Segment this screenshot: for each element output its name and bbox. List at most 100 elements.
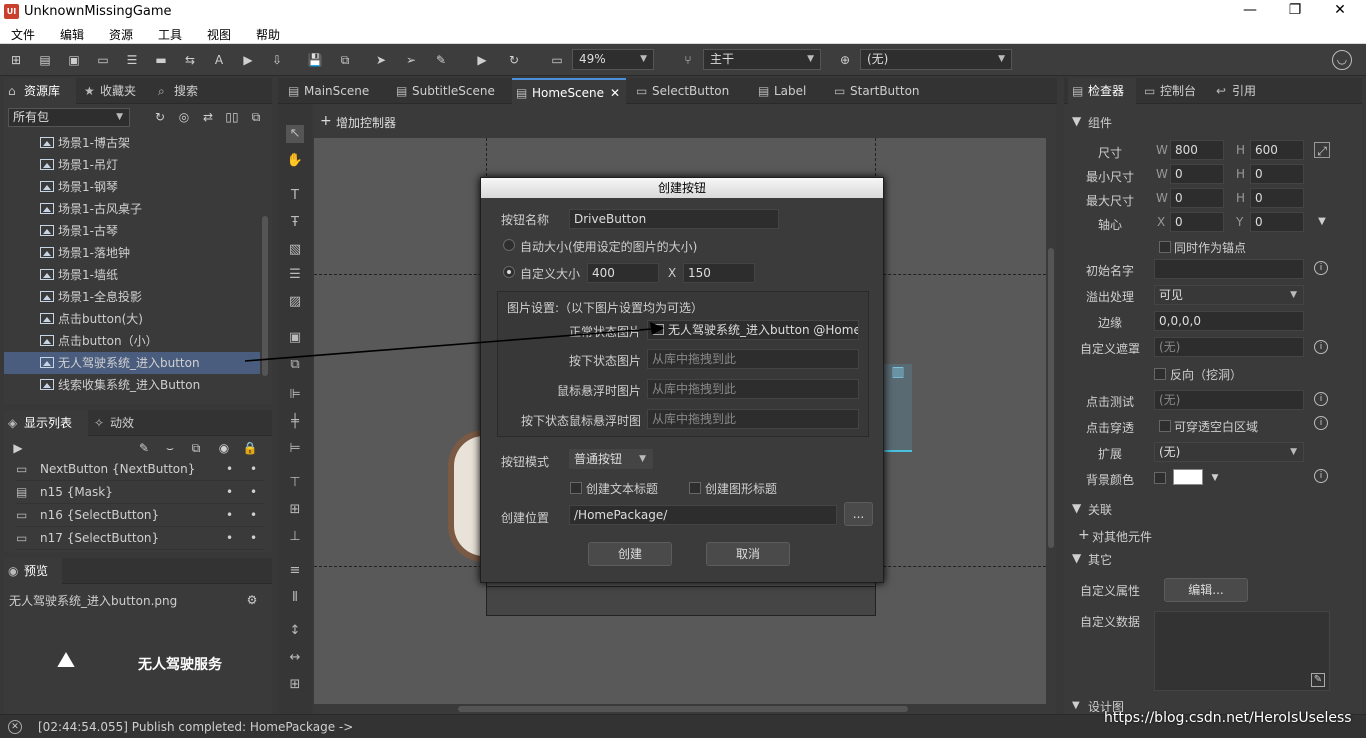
click-through-checkbox[interactable] (1159, 420, 1171, 432)
edit-icon[interactable]: ✎ (1311, 673, 1325, 687)
library-item[interactable]: 场景1-古风桌子 (40, 198, 142, 220)
display-list-row[interactable]: ▤ n15 {Mask} • • (16, 481, 264, 504)
doc-tab-homescene[interactable]: ▤ HomeScene ✕ (512, 78, 626, 104)
tab-console[interactable]: ▭ 控制台 (1140, 78, 1210, 104)
info-icon[interactable]: i (1314, 416, 1328, 430)
down-hover-image-input[interactable]: 从库中拖拽到此 (647, 409, 859, 429)
min-w-input[interactable]: 0 (1170, 164, 1224, 184)
clear-log-icon[interactable]: ✕ (8, 720, 22, 734)
columns-icon[interactable]: ▯▯ (224, 109, 240, 125)
add-controller-button[interactable]: 增加控制器 (336, 114, 396, 131)
tab-search[interactable]: ⌕ 搜索 (154, 78, 214, 104)
section-relation[interactable]: 关联 (1088, 501, 1112, 518)
settings-gear-icon[interactable]: ⚙ (244, 592, 260, 608)
section-component-chevron-icon[interactable]: ▼ (1072, 114, 1081, 128)
edit-icon[interactable]: ✎ (136, 440, 152, 456)
info-icon[interactable]: i (1314, 392, 1328, 406)
group-tool-icon[interactable]: ▣ (286, 329, 304, 347)
zoom-select[interactable]: 49% (572, 49, 654, 70)
library-item[interactable]: 场景1-吊灯 (40, 154, 118, 176)
lock-icon[interactable]: 🔒 (242, 440, 258, 456)
library-item[interactable]: 场景1-古琴 (40, 220, 118, 242)
reverse-checkbox[interactable] (1154, 368, 1166, 380)
library-scrollbar[interactable] (262, 216, 268, 376)
align-bottom-icon[interactable]: ⊥ (286, 528, 304, 546)
library-item[interactable]: 场景1-墙纸 (40, 264, 118, 286)
color-dropdown-icon[interactable]: ▼ (1207, 470, 1223, 486)
user-avatar-icon[interactable]: ◡ (1332, 50, 1352, 70)
display-list-row[interactable]: ▭ NextButton {NextButton} • • (16, 458, 264, 481)
info-icon[interactable]: i (1314, 340, 1328, 354)
same-width-icon[interactable]: ↔ (286, 649, 304, 667)
lock-dot-icon[interactable]: • (250, 504, 257, 527)
lock-dot-icon[interactable]: • (250, 458, 257, 481)
list-tool-icon[interactable]: ☰ (286, 266, 304, 284)
new-movieclip-icon[interactable]: ▶ (240, 52, 256, 68)
import-icon[interactable]: ⇩ (269, 52, 285, 68)
tab-inspector[interactable]: ▤ 检查器 (1068, 78, 1136, 104)
down-image-input[interactable]: 从库中拖拽到此 (647, 349, 859, 369)
canvas-vscroll[interactable] (1046, 138, 1056, 704)
size-w-input[interactable]: 800 (1170, 140, 1224, 160)
save-all-icon[interactable]: ⧉ (337, 52, 353, 68)
new-progress-icon[interactable]: ▬ (153, 52, 169, 68)
library-item[interactable]: 点击button(大) (40, 308, 143, 330)
refresh-library-icon[interactable]: ↻ (152, 109, 168, 125)
align-right-icon[interactable]: ⊨ (286, 440, 304, 458)
size-h-input[interactable]: 600 (1250, 140, 1304, 160)
section-other-chevron-icon[interactable]: ▼ (1072, 551, 1081, 565)
image-tool-icon[interactable]: ▧ (286, 241, 304, 259)
init-name-input[interactable] (1154, 259, 1304, 279)
play-timeline-icon[interactable]: ▶ (10, 440, 26, 456)
custom-mask-input[interactable]: (无) (1154, 337, 1304, 357)
bg-color-swatch[interactable] (1173, 469, 1203, 485)
new-font-icon[interactable]: A (211, 52, 227, 68)
tab-display-list[interactable]: ◈ 显示列表 (4, 410, 88, 436)
pivot-y-input[interactable]: 0 (1250, 212, 1304, 232)
min-h-input[interactable]: 0 (1250, 164, 1304, 184)
restore-icon[interactable]: ❐ (1285, 2, 1305, 22)
align-left-icon[interactable]: ⊫ (286, 386, 304, 404)
cancel-button[interactable]: 取消 (706, 542, 790, 566)
locate-icon[interactable]: ◎ (176, 109, 192, 125)
copy-icon[interactable]: ⧉ (188, 440, 204, 456)
collapse-icon[interactable]: ⧉ (248, 109, 264, 125)
language-select[interactable]: (无) (860, 49, 1012, 70)
button-mode-select[interactable]: 普通按钮 (569, 449, 653, 469)
canvas-hscroll[interactable] (314, 704, 1056, 714)
text-tool-icon[interactable]: T (286, 187, 304, 205)
create-button[interactable]: 创建 (588, 542, 672, 566)
globe-icon[interactable]: ⊕ (837, 52, 853, 68)
distribute-h-icon[interactable]: ≡ (286, 562, 304, 580)
select-tool-icon[interactable]: ↖ (286, 125, 304, 143)
create-text-title-checkbox[interactable] (570, 482, 582, 494)
library-item[interactable]: 无人驾驶系统_进入button (4, 352, 260, 374)
branch-select[interactable]: 主干 (703, 49, 821, 70)
doc-tab-startbutton[interactable]: ▭ StartButton (830, 78, 940, 104)
info-icon[interactable]: i (1314, 469, 1328, 483)
align-center-icon[interactable]: ╪ (286, 413, 304, 431)
menu-tools[interactable]: 工具 (158, 26, 182, 43)
width-input[interactable]: 400 (587, 263, 659, 283)
doc-tab-subtitlescene[interactable]: ▤ SubtitleScene (392, 78, 508, 104)
new-combobox-icon[interactable]: ☰ (124, 52, 140, 68)
section-relation-chevron-icon[interactable]: ▼ (1072, 501, 1081, 515)
lock-dot-icon[interactable]: • (250, 481, 257, 504)
doc-tab-mainscene[interactable]: ▤ MainScene (284, 78, 390, 104)
lock-dot-icon[interactable]: • (250, 527, 257, 550)
as-anchor-checkbox[interactable] (1159, 241, 1171, 253)
add-relation-label[interactable]: 对其他元件 (1092, 528, 1152, 545)
custom-size-radio[interactable] (503, 266, 515, 278)
graph-tool-icon[interactable]: ▨ (286, 293, 304, 311)
screen-icon[interactable]: ▭ (549, 52, 565, 68)
new-package-icon[interactable]: ⊞ (8, 52, 24, 68)
tab-library[interactable]: ⌂ 资源库 (4, 78, 76, 104)
bg-color-checkbox[interactable] (1154, 472, 1166, 484)
sync-icon[interactable]: ⇄ (200, 109, 216, 125)
pivot-dropdown-icon[interactable]: ▼ (1314, 214, 1330, 230)
publish-settings-icon[interactable]: ✎ (433, 52, 449, 68)
fit-size-icon[interactable]: ⤢ (1314, 142, 1330, 158)
richtext-tool-icon[interactable]: Ŧ (286, 214, 304, 232)
branch-icon[interactable]: ⑂ (680, 52, 696, 68)
hand-tool-icon[interactable]: ✋ (286, 152, 304, 170)
